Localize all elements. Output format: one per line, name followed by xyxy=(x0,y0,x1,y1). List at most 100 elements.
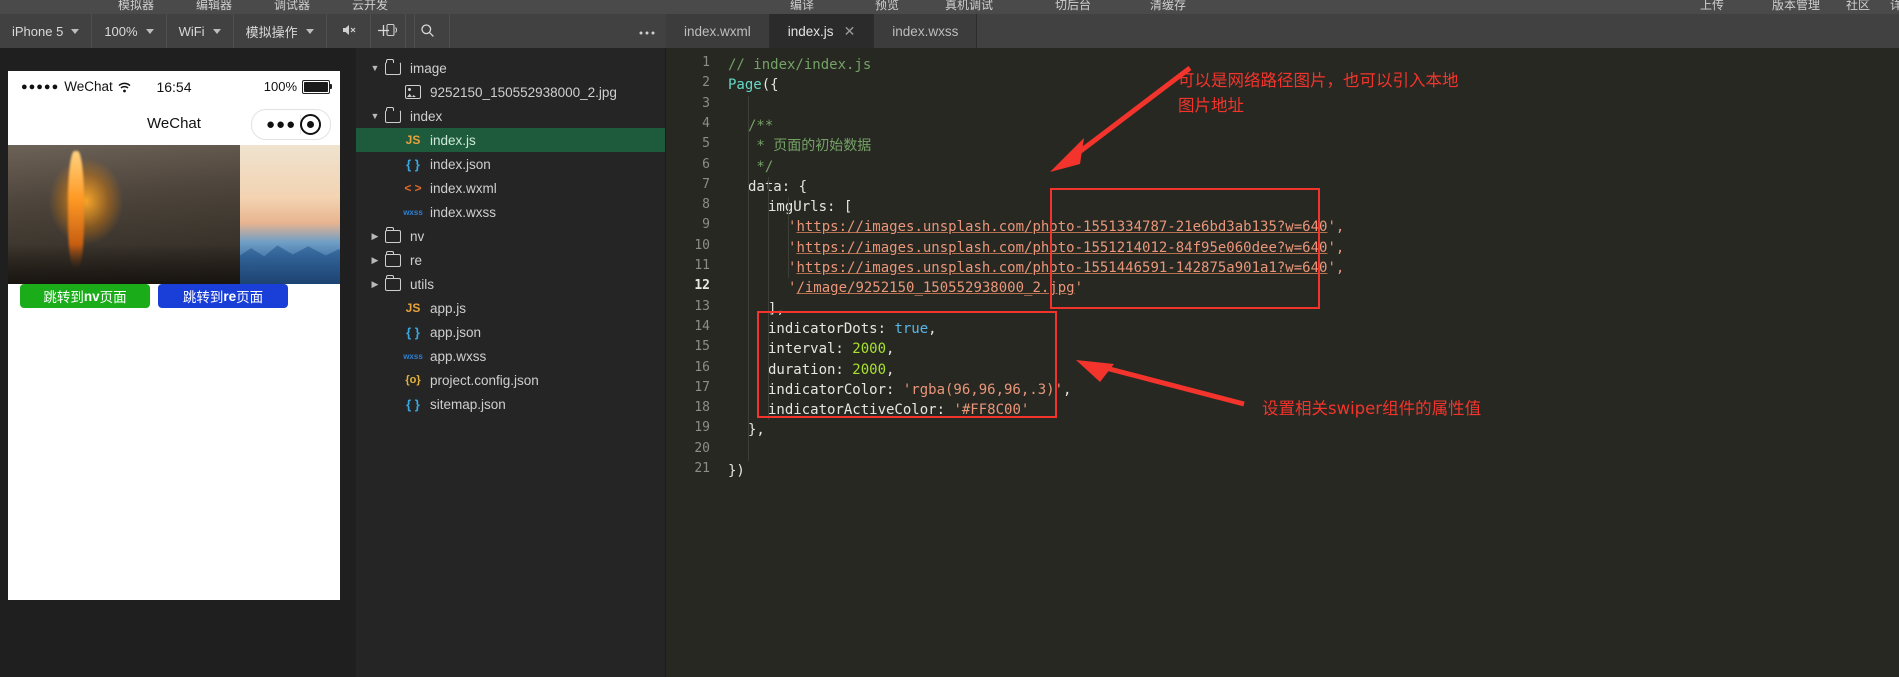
code-token: Page xyxy=(728,77,762,94)
top-menu-item[interactable]: 详情 xyxy=(1890,0,1899,13)
file-tree-row[interactable]: ▼ index xyxy=(356,104,665,128)
phone-status-bar: ●●●●● WeChat 16:54 100% xyxy=(8,71,340,102)
zoom-selector-label: 100% xyxy=(104,23,138,39)
file-tree-row[interactable]: JS index.js xyxy=(356,128,665,152)
code-line[interactable]: imgUrls: [ xyxy=(728,197,852,217)
search-icon xyxy=(420,23,435,40)
code-line[interactable]: Page({ xyxy=(728,75,779,95)
wechat-devtools-window: 模拟器 编辑器 调试器 云开发 编译 预览 真机调试 切后台 清缓存 上传 版本管理 社区 详情 iPh… xyxy=(0,0,1899,677)
annotation-note-top: 可以是网络路径图片，也可以引入本地 图片地址 xyxy=(1178,71,1459,115)
line-number: 10 xyxy=(694,237,710,253)
chevron-down-icon xyxy=(71,28,80,34)
phone-nav-bar: WeChat ●●● xyxy=(8,102,340,145)
navigate-to-nv-button[interactable]: 跳转到 nv 页面 xyxy=(20,284,150,308)
file-tree-row[interactable]: { } sitemap.json xyxy=(356,392,665,416)
add-file-button[interactable] xyxy=(362,14,406,48)
battery-icon xyxy=(302,79,332,94)
file-explorer[interactable]: ▼ image 9252150_150552938000_2.jpg ▼ index JS… xyxy=(356,48,666,677)
button-label-suffix: 页面 xyxy=(236,290,264,305)
json-file-icon: { } xyxy=(406,396,420,412)
top-menu-item[interactable]: 清缓存 xyxy=(1150,0,1186,13)
code-line[interactable]: // index/index.js xyxy=(728,55,871,75)
file-tree-row[interactable]: ▶ nv xyxy=(356,224,665,248)
file-tree-label: app.json xyxy=(430,324,482,340)
swiper-slide-2[interactable] xyxy=(240,145,340,284)
line-number: 5 xyxy=(702,136,710,152)
image-swiper[interactable] xyxy=(8,145,340,284)
top-menu-item[interactable]: 调试器 xyxy=(274,0,310,13)
chevron-down-icon[interactable]: ▼ xyxy=(368,63,382,73)
battery-percent-label: 100% xyxy=(263,79,297,94)
phone-screen: ●●●●● WeChat 16:54 100% WeChat ●●● 跳转到 n… xyxy=(8,71,340,600)
code-token: ', xyxy=(1327,219,1345,236)
file-tree-row[interactable]: < > index.wxml xyxy=(356,176,665,200)
chevron-down-icon xyxy=(145,28,154,34)
top-menu-item[interactable]: 切后台 xyxy=(1055,0,1091,13)
editor-tab-index-js[interactable]: index.js ✕ xyxy=(769,14,875,48)
button-label-target: re xyxy=(223,288,237,304)
top-menu-item[interactable]: 云开发 xyxy=(352,0,388,13)
annotation-note-bottom: 设置相关swiper组件的属性值 xyxy=(1262,399,1482,418)
file-tree-label: project.config.json xyxy=(430,372,539,388)
close-icon[interactable]: ✕ xyxy=(844,23,856,40)
top-menu-item[interactable]: 编辑器 xyxy=(196,0,232,13)
navigate-to-re-button[interactable]: 跳转到 re 页面 xyxy=(158,284,288,308)
file-tree-row[interactable]: {o} project.config.json xyxy=(356,368,665,392)
file-tree-row[interactable]: { } index.json xyxy=(356,152,665,176)
file-tree-row[interactable]: wxss app.wxss xyxy=(356,344,665,368)
top-menu-item[interactable]: 社区 xyxy=(1846,0,1870,13)
file-tree-row[interactable]: ▶ utils xyxy=(356,272,665,296)
code-line[interactable]: '/image/9252150_150552938000_2.jpg' xyxy=(728,278,1083,298)
file-tree-label: index.json xyxy=(430,156,491,172)
top-menu-item[interactable]: 真机调试 xyxy=(945,0,993,13)
code-token: */ xyxy=(748,158,774,175)
line-number: 12 xyxy=(694,278,710,294)
file-tree-row[interactable]: ▼ image xyxy=(356,56,665,80)
capsule-button[interactable]: ●●● xyxy=(251,109,331,140)
indent-guide xyxy=(788,197,789,279)
swiper-slide-1[interactable] xyxy=(8,145,240,284)
top-menu-item[interactable]: 编译 xyxy=(790,0,814,13)
file-tree-row[interactable]: wxss index.wxss xyxy=(356,200,665,224)
speaker-mute-icon xyxy=(341,23,356,39)
top-menu-item[interactable]: 模拟器 xyxy=(118,0,154,13)
simulate-action-label: 模拟操作 xyxy=(245,24,298,40)
more-horizontal-icon xyxy=(638,24,656,38)
file-tree-row[interactable]: ▶ re xyxy=(356,248,665,272)
device-selector[interactable]: iPhone 5 xyxy=(0,14,93,48)
file-tree-row[interactable]: { } app.json xyxy=(356,320,665,344)
editor-tab-index-wxml[interactable]: index.wxml xyxy=(666,14,770,48)
line-number: 15 xyxy=(694,339,710,355)
code-line[interactable]: */ xyxy=(728,157,773,177)
more-options-button[interactable] xyxy=(624,14,670,48)
search-files-button[interactable] xyxy=(406,14,450,48)
line-number: 19 xyxy=(694,420,710,436)
simulate-action-selector[interactable]: 模拟操作 xyxy=(234,14,327,48)
chevron-right-icon[interactable]: ▶ xyxy=(368,231,382,242)
target-icon[interactable] xyxy=(300,114,321,135)
network-selector[interactable]: WiFi xyxy=(167,14,234,48)
code-line[interactable]: /** xyxy=(728,116,773,136)
code-line[interactable]: * 页面的初始数据 xyxy=(728,136,871,156)
file-tree-label: index.wxml xyxy=(430,180,497,196)
editor-tab-index-wxss[interactable]: index.wxss xyxy=(874,14,978,48)
chevron-down-icon[interactable]: ▼ xyxy=(368,111,382,121)
file-tree-row[interactable]: 9252150_150552938000_2.jpg xyxy=(356,80,665,104)
code-token: ', xyxy=(1327,239,1345,256)
zoom-selector[interactable]: 100% xyxy=(92,14,167,48)
indent-guide xyxy=(748,95,749,461)
code-line[interactable]: }) xyxy=(728,461,745,481)
toolbar-left-group: iPhone 5 100% WiFi 模拟操作 xyxy=(0,14,415,48)
file-tree-row[interactable]: JS app.js xyxy=(356,296,665,320)
top-menu-item[interactable]: 版本管理 xyxy=(1772,0,1820,13)
network-selector-label: WiFi xyxy=(178,23,205,39)
top-menu-item[interactable]: 预览 xyxy=(875,0,899,13)
chevron-right-icon[interactable]: ▶ xyxy=(368,255,382,266)
top-menu-strip: 模拟器 编辑器 调试器 云开发 编译 预览 真机调试 切后台 清缓存 上传 版本管理 社区 详情 xyxy=(0,0,1899,14)
line-number: 20 xyxy=(694,440,710,456)
top-menu-item[interactable]: 上传 xyxy=(1700,0,1724,13)
file-tree-label: nv xyxy=(410,228,425,244)
chevron-right-icon[interactable]: ▶ xyxy=(368,279,382,290)
line-number-gutter: 1 2 3 4 5 6 7 8 9 10 11 12 13 14 15 16 17 18 19 20 21 xyxy=(666,48,718,677)
code-line[interactable]: }, xyxy=(728,420,765,440)
